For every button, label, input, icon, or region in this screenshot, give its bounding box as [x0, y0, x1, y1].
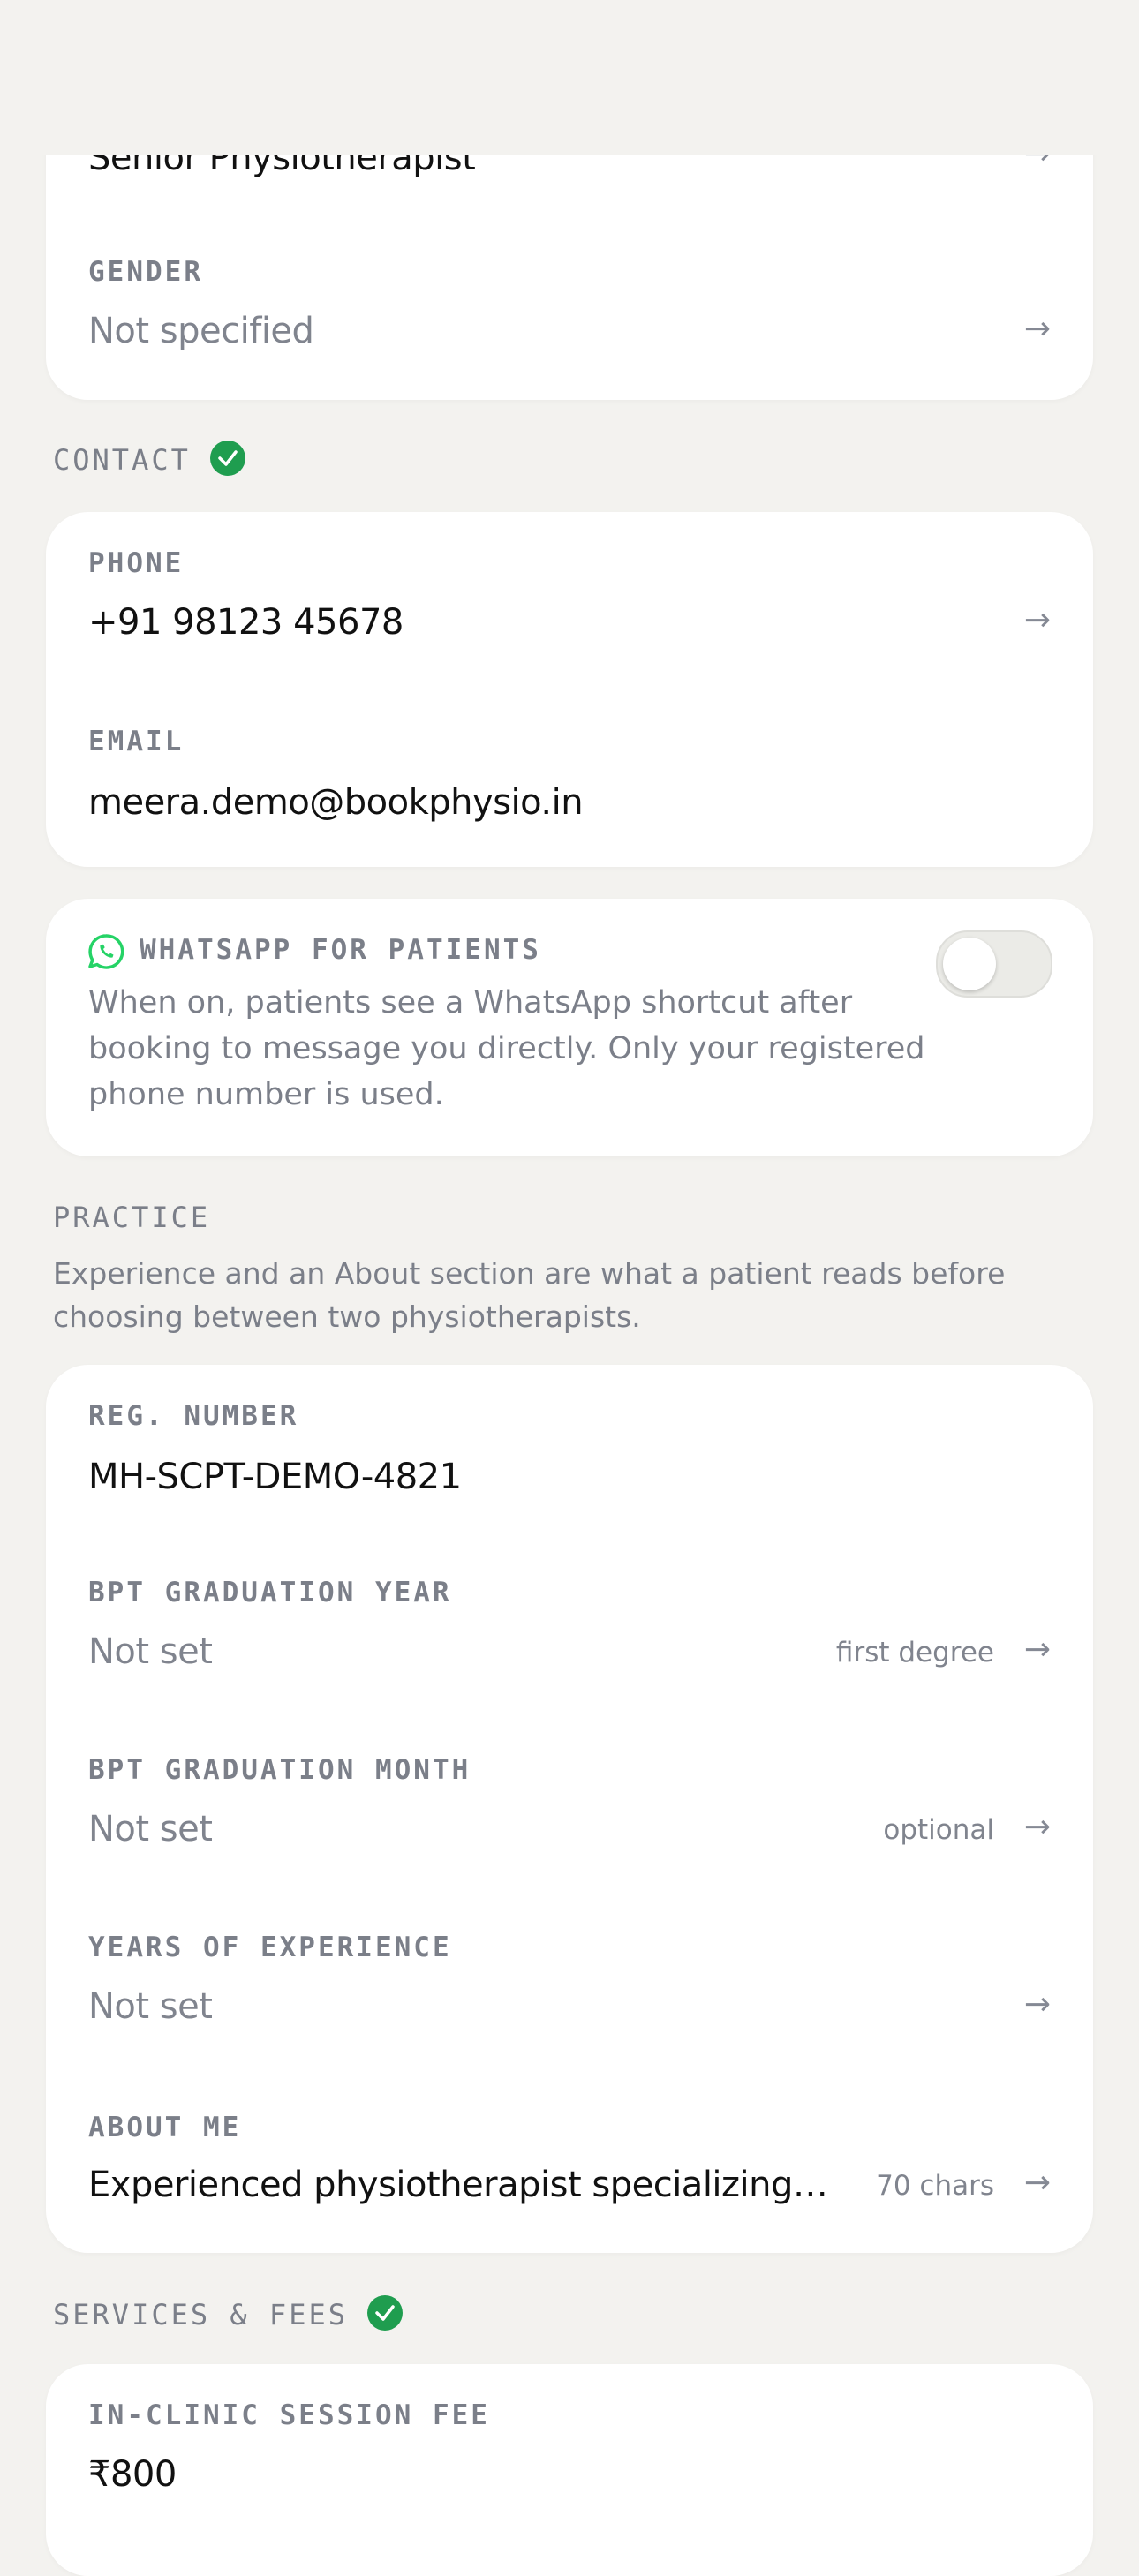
- gender-label: GENDER: [88, 256, 203, 288]
- grad-month-value: Not set: [88, 1809, 213, 1849]
- practice-card: REG. NUMBER MH-SCPT-DEMO-4821 BPT GRADUA…: [46, 1365, 1093, 2253]
- clinic-fee-label: IN-CLINIC SESSION FEE: [88, 2399, 490, 2431]
- whatsapp-card: WHATSAPP FOR PATIENTS When on, patients …: [46, 899, 1093, 1156]
- grad-year-row[interactable]: BPT GRADUATION YEAR Not set first degree…: [88, 1577, 1051, 1683]
- gender-row[interactable]: GENDER Not specified →: [88, 256, 1051, 362]
- experience-row[interactable]: YEARS OF EXPERIENCE Not set →: [88, 1932, 1051, 2037]
- top-bar: [0, 0, 1139, 155]
- contact-section-title: CONTACT: [53, 441, 245, 479]
- toggle-knob: [943, 938, 996, 990]
- contact-section-label: CONTACT: [53, 443, 191, 477]
- arrow-right-icon: →: [1023, 1986, 1051, 2022]
- check-circle-icon: [366, 2295, 403, 2331]
- grad-year-label: BPT GRADUATION YEAR: [88, 1577, 452, 1608]
- about-label: ABOUT ME: [88, 2112, 242, 2143]
- about-row[interactable]: ABOUT ME Experienced physiotherapist spe…: [88, 2112, 1051, 2218]
- arrow-right-icon: →: [1023, 602, 1051, 638]
- whatsapp-toggle[interactable]: [936, 930, 1052, 998]
- arrow-right-icon: →: [1023, 1809, 1051, 1845]
- phone-value: +91 98123 45678: [88, 602, 404, 643]
- reg-number-label: REG. NUMBER: [88, 1400, 299, 1432]
- arrow-right-icon: →: [1023, 2165, 1051, 2201]
- experience-label: YEARS OF EXPERIENCE: [88, 1932, 452, 1963]
- whatsapp-description: When on, patients see a WhatsApp shortcu…: [88, 985, 925, 1112]
- arrow-right-icon: →: [1023, 1631, 1051, 1668]
- reg-number-row: REG. NUMBER MH-SCPT-DEMO-4821: [88, 1400, 1051, 1506]
- grad-month-hint: optional: [883, 1814, 994, 1846]
- grad-year-hint: first degree: [835, 1637, 994, 1668]
- email-label: EMAIL: [88, 726, 185, 757]
- email-value: meera.demo@bookphysio.in: [88, 782, 584, 823]
- contact-card: PHONE +91 98123 45678 → EMAIL meera.demo…: [46, 512, 1093, 867]
- practice-section-title: PRACTICE: [53, 1201, 211, 1234]
- grad-month-label: BPT GRADUATION MONTH: [88, 1754, 471, 1786]
- email-row: EMAIL meera.demo@bookphysio.in: [88, 726, 1051, 832]
- grad-year-value: Not set: [88, 1631, 213, 1672]
- clinic-fee-row[interactable]: IN-CLINIC SESSION FEE ₹800: [88, 2399, 1051, 2523]
- grad-month-row[interactable]: BPT GRADUATION MONTH Not set optional →: [88, 1754, 1051, 1860]
- arrow-right-icon: →: [1023, 311, 1051, 347]
- services-section-title: SERVICES & FEES: [53, 2295, 403, 2334]
- phone-row[interactable]: PHONE +91 98123 45678 →: [88, 547, 1051, 653]
- gender-value: Not specified: [88, 311, 314, 351]
- about-value: Experienced physiotherapist specializing…: [88, 2165, 828, 2205]
- about-char-count: 70 chars: [876, 2170, 994, 2202]
- clinic-fee-value: ₹800: [88, 2454, 177, 2495]
- whatsapp-icon: [87, 932, 125, 971]
- experience-value: Not set: [88, 1986, 213, 2027]
- reg-number-value: MH-SCPT-DEMO-4821: [88, 1457, 462, 1497]
- whatsapp-label: WHATSAPP FOR PATIENTS: [140, 934, 541, 966]
- services-card: IN-CLINIC SESSION FEE ₹800: [46, 2364, 1093, 2576]
- services-section-label: SERVICES & FEES: [53, 2298, 348, 2331]
- practice-description: Experience and an About section are what…: [53, 1256, 1006, 1334]
- phone-label: PHONE: [88, 547, 185, 579]
- check-circle-icon: [209, 441, 245, 476]
